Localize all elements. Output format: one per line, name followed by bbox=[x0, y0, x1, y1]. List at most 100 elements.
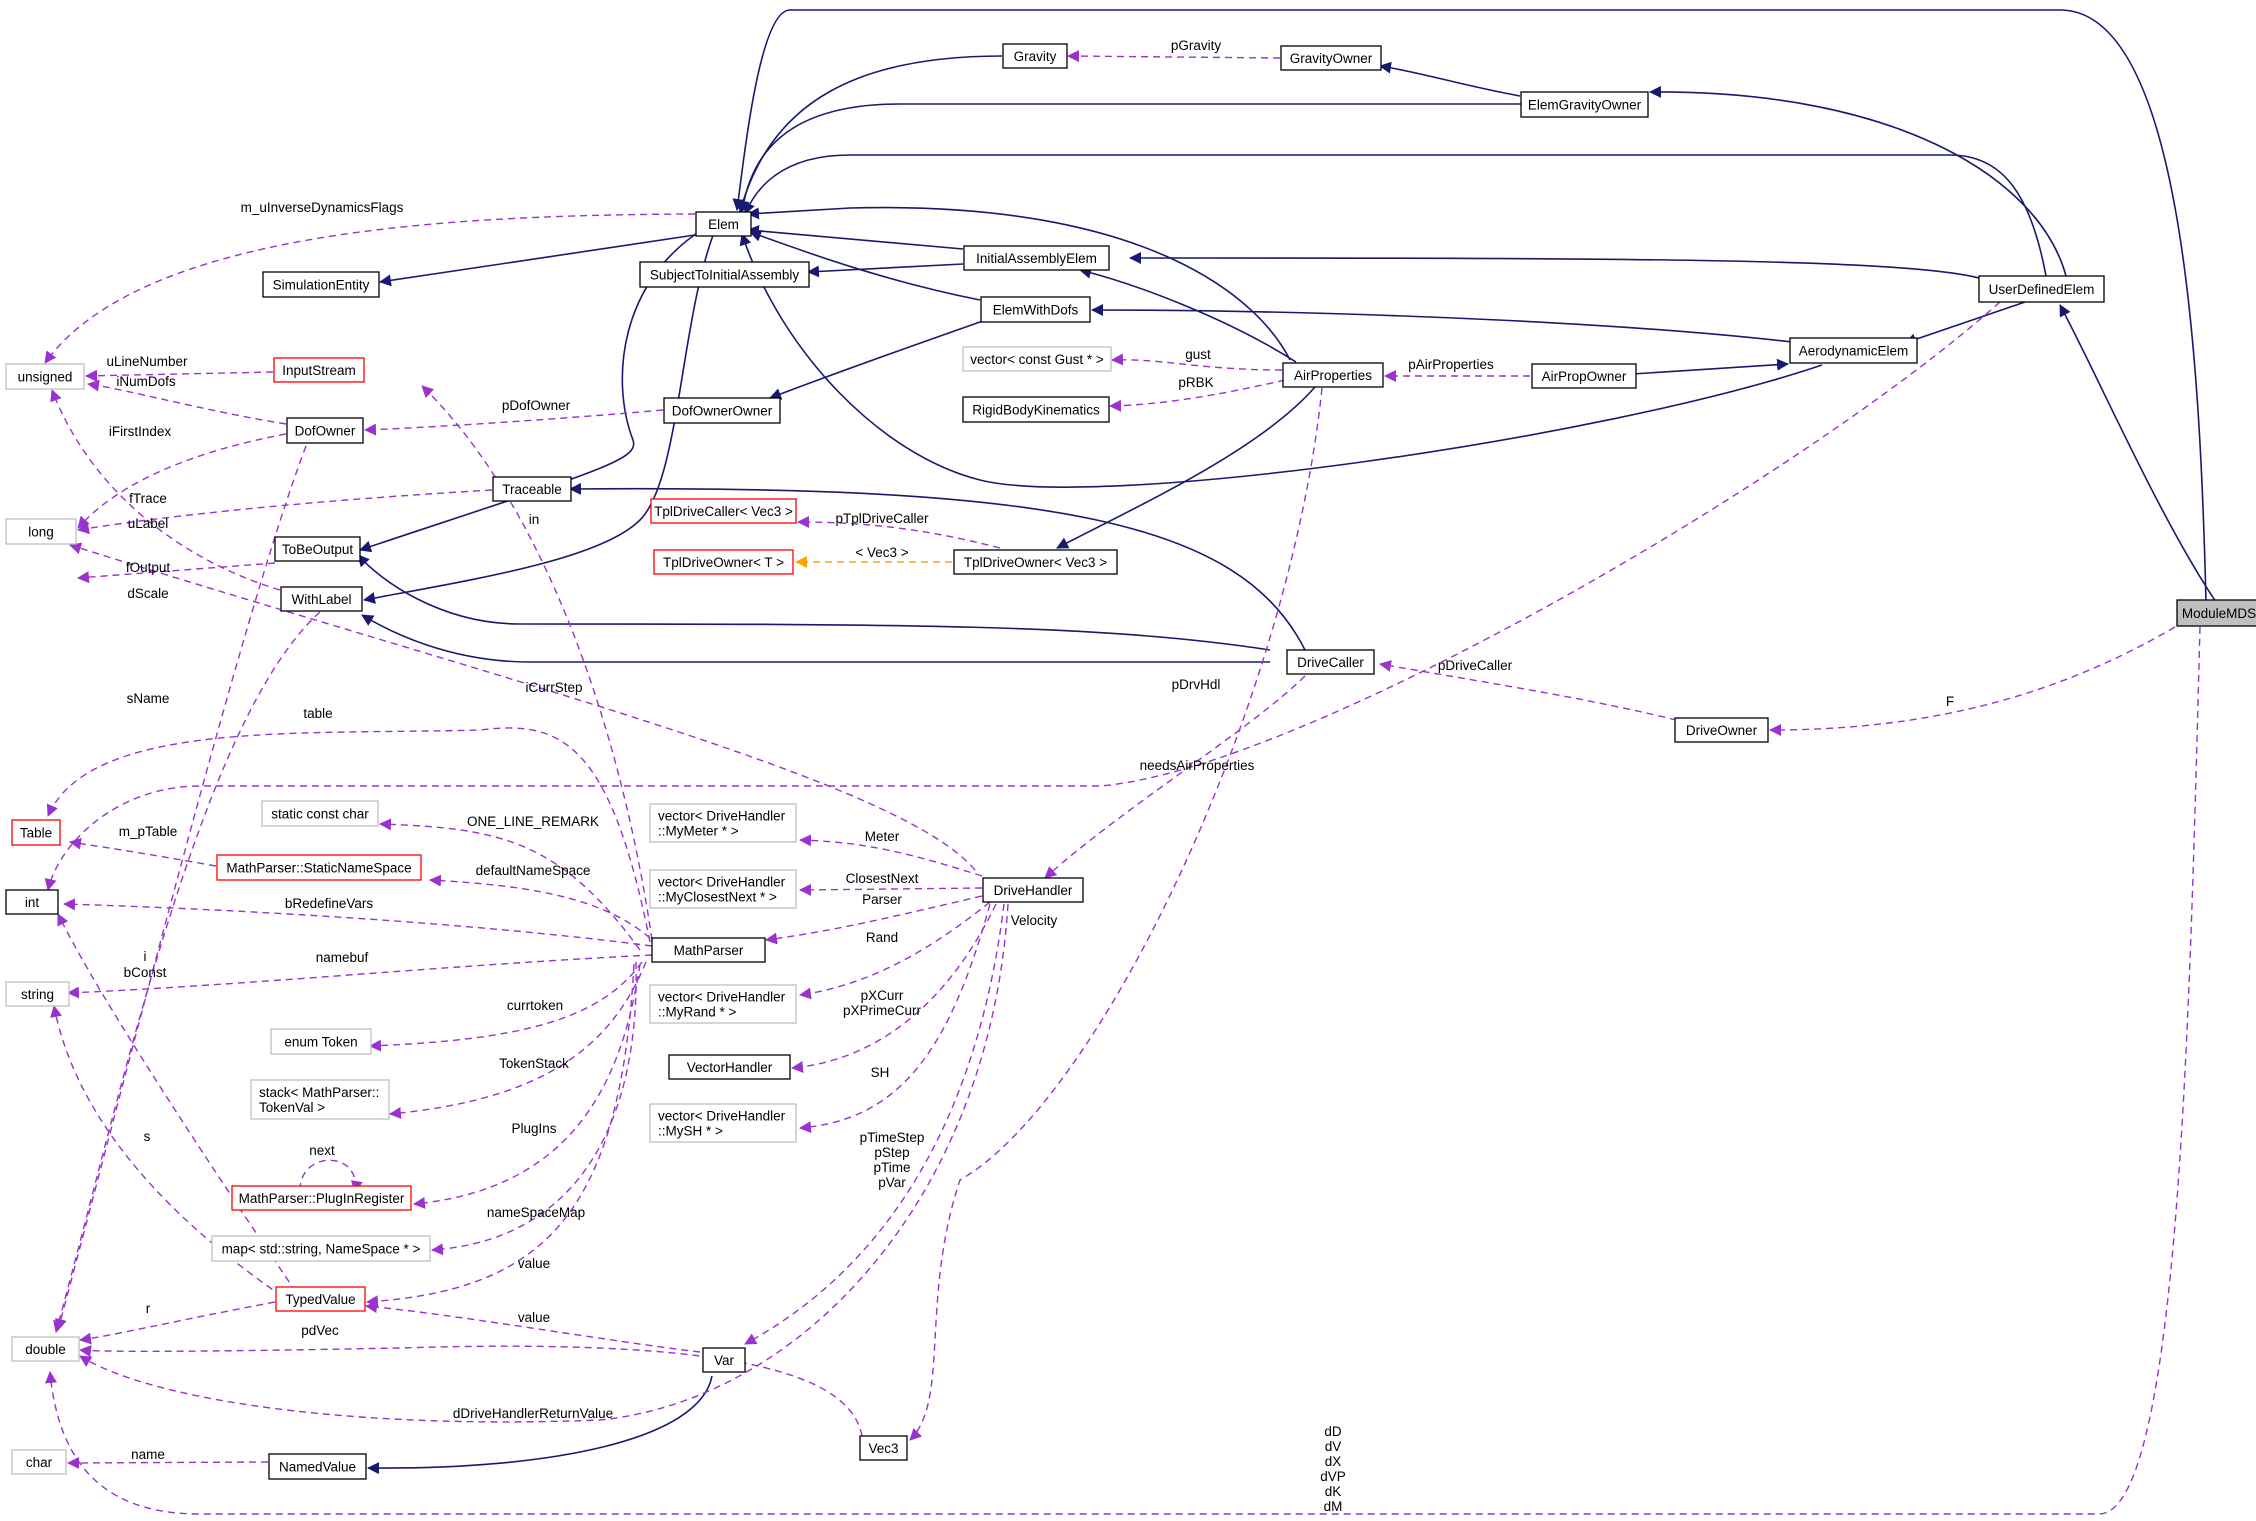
node-drive-handler[interactable]: DriveHandler bbox=[982, 877, 1084, 903]
edge-label-p-xprime-curr: pXPrimeCurr bbox=[843, 1003, 922, 1018]
edge-label-m-u-inverse-dynamics-flags: m_uInverseDynamicsFlags bbox=[241, 200, 404, 215]
node-drive-owner[interactable]: DriveOwner bbox=[1674, 717, 1769, 743]
edge-label-one-line-remark: ONE_LINE_REMARK bbox=[467, 814, 599, 829]
node-vec-my-sh[interactable]: vector< DriveHandler::MySH * > bbox=[649, 1103, 797, 1143]
node-traceable[interactable]: Traceable bbox=[492, 476, 572, 502]
node-elem[interactable]: Elem bbox=[695, 211, 752, 237]
node-label: char bbox=[26, 1455, 53, 1470]
edge-inherit-gravity-elem bbox=[737, 55, 1003, 213]
node-tpl-drive-owner-t[interactable]: TplDriveOwner< T > bbox=[653, 549, 794, 575]
edge-label-d-x: dX bbox=[1325, 1454, 1342, 1469]
edge-label-p-tpl-drive-caller: pTplDriveCaller bbox=[835, 511, 929, 526]
node-simulation-entity[interactable]: SimulationEntity bbox=[262, 271, 380, 298]
node-elem-gravity-owner[interactable]: ElemGravityOwner bbox=[1520, 91, 1649, 118]
node-air-properties[interactable]: AirProperties bbox=[1282, 362, 1384, 388]
node-double[interactable]: double bbox=[11, 1336, 80, 1362]
node-int[interactable]: int bbox=[5, 889, 59, 915]
node-math-parser[interactable]: MathParser bbox=[651, 937, 766, 963]
node-unsigned[interactable]: unsigned bbox=[5, 363, 85, 390]
node-with-label[interactable]: WithLabel bbox=[280, 586, 363, 612]
edge-use-drivehandler-vectorhandler bbox=[791, 903, 997, 1073]
node-typed-value[interactable]: TypedValue bbox=[275, 1286, 366, 1312]
edge-label-plug-ins: PlugIns bbox=[511, 1121, 556, 1136]
edge-label-closest-next: ClosestNext bbox=[846, 871, 919, 886]
node-named-value[interactable]: NamedValue bbox=[268, 1453, 367, 1480]
node-static-name-space[interactable]: MathParser::StaticNameSpace bbox=[216, 854, 422, 881]
node-table[interactable]: Table bbox=[11, 819, 61, 846]
edge-inherit-aerodynamic-elemwithdofs bbox=[1091, 304, 1793, 343]
node-vector-gust[interactable]: vector< const Gust * > bbox=[962, 346, 1112, 372]
edge-label-i-first-index: iFirstIndex bbox=[109, 424, 172, 439]
edge-label-in: in bbox=[529, 512, 540, 527]
edge-use-drivehandler-myclosestnext bbox=[799, 883, 983, 896]
edge-label-rand: Rand bbox=[866, 930, 898, 945]
edge-inherit-aerodynamic-elem bbox=[739, 233, 1823, 488]
node-label: TplDriveOwner< Vec3 > bbox=[964, 555, 1107, 570]
edge-label-r: r bbox=[146, 1301, 151, 1316]
edge-label-value: value bbox=[518, 1310, 550, 1325]
edge-inherit-gravityowner-elemgravityowner bbox=[1379, 61, 1521, 97]
edge-label-p-rbk: pRBK bbox=[1178, 375, 1213, 390]
node-label: Vec3 bbox=[868, 1441, 898, 1456]
edge-use-gravityowner-gravity bbox=[1067, 50, 1281, 63]
node-label: double bbox=[25, 1342, 66, 1357]
node-vec-my-rand[interactable]: vector< DriveHandler::MyRand * > bbox=[649, 984, 797, 1024]
edge-use-modulemds-driveowner bbox=[1769, 626, 2176, 736]
node-vec-my-closest-next[interactable]: vector< DriveHandler::MyClosestNext * > bbox=[649, 869, 797, 909]
node-label: InputStream bbox=[282, 363, 356, 378]
node-label: vector< DriveHandler bbox=[658, 990, 786, 1005]
node-subject-to-initial-assembly[interactable]: SubjectToInitialAssembly bbox=[639, 261, 810, 288]
node-string[interactable]: string bbox=[5, 981, 70, 1007]
node-label: Traceable bbox=[502, 482, 562, 497]
node-gravity[interactable]: Gravity bbox=[1002, 43, 1068, 69]
node-plug-in-register[interactable]: MathParser::PlugInRegister bbox=[231, 1185, 412, 1211]
edge-label-table: table bbox=[303, 706, 332, 721]
edge-inherit-moduleMDS-elem bbox=[732, 9, 2207, 604]
edge-label-needs-air-properties: needsAirProperties bbox=[1140, 758, 1255, 773]
edge-label-i: i bbox=[144, 949, 147, 964]
node-dof-owner-owner[interactable]: DofOwnerOwner bbox=[663, 397, 781, 424]
node-drive-caller[interactable]: DriveCaller bbox=[1286, 649, 1375, 675]
node-label: int bbox=[25, 895, 40, 910]
node-label: ::MyRand * > bbox=[658, 1005, 737, 1020]
node-var[interactable]: Var bbox=[702, 1347, 746, 1373]
node-label: Var bbox=[714, 1353, 735, 1368]
node-tpl-drive-caller-vec3[interactable]: TplDriveCaller< Vec3 > bbox=[650, 498, 797, 524]
node-gravity-owner[interactable]: GravityOwner bbox=[1280, 45, 1382, 71]
node-initial-assembly-elem[interactable]: InitialAssemblyElem bbox=[963, 245, 1110, 271]
node-static-const-char[interactable]: static const char bbox=[261, 800, 379, 827]
node-aerodynamic-elem[interactable]: AerodynamicElem bbox=[1789, 337, 1918, 364]
node-char[interactable]: char bbox=[11, 1449, 67, 1475]
edge-label-s: s bbox=[144, 1129, 151, 1144]
edge-label-u-label: uLabel bbox=[128, 516, 169, 531]
node-label: TplDriveCaller< Vec3 > bbox=[654, 504, 793, 519]
node-vec3[interactable]: Vec3 bbox=[859, 1435, 908, 1461]
node-long[interactable]: long bbox=[5, 518, 77, 545]
node-module-mds[interactable]: ModuleMDS bbox=[2176, 599, 2256, 627]
edge-use-airprops-vec3 bbox=[909, 387, 1323, 1441]
node-label: DofOwnerOwner bbox=[672, 404, 773, 419]
node-label: stack< MathParser:: bbox=[259, 1085, 379, 1100]
edges-layer bbox=[44, 9, 2221, 1515]
edge-use-dofowner-long bbox=[77, 433, 287, 529]
node-vector-handler[interactable]: VectorHandler bbox=[668, 1054, 791, 1080]
node-to-be-output[interactable]: ToBeOutput bbox=[274, 536, 361, 562]
node-dof-owner[interactable]: DofOwner bbox=[286, 417, 364, 444]
edge-label-f-trace: fTrace bbox=[129, 491, 167, 506]
edge-label-p-air-properties: pAirProperties bbox=[1408, 357, 1494, 372]
node-vec-my-meter[interactable]: vector< DriveHandler::MyMeter * > bbox=[649, 803, 797, 843]
node-map-name-space[interactable]: map< std::string, NameSpace * > bbox=[211, 1235, 431, 1262]
edge-use-mathparser-staticconstchar bbox=[379, 818, 641, 951]
node-rigid-body-kinematics[interactable]: RigidBodyKinematics bbox=[962, 396, 1110, 423]
edge-label-sh: SH bbox=[871, 1065, 890, 1080]
node-input-stream[interactable]: InputStream bbox=[273, 357, 365, 383]
edge-use-namedvalue-char bbox=[67, 1456, 269, 1469]
node-user-defined-elem[interactable]: UserDefinedElem bbox=[1978, 275, 2105, 303]
node-air-prop-owner[interactable]: AirPropOwner bbox=[1531, 363, 1637, 389]
edge-inherit-airprops-elem bbox=[747, 206, 1291, 361]
node-tpl-drive-owner-vec3[interactable]: TplDriveOwner< Vec3 > bbox=[953, 549, 1118, 575]
node-elem-with-dofs[interactable]: ElemWithDofs bbox=[980, 296, 1091, 323]
node-stack-token-val[interactable]: stack< MathParser::TokenVal > bbox=[250, 1079, 390, 1120]
node-enum-token[interactable]: enum Token bbox=[270, 1028, 372, 1055]
edge-label-meter: Meter bbox=[865, 829, 900, 844]
